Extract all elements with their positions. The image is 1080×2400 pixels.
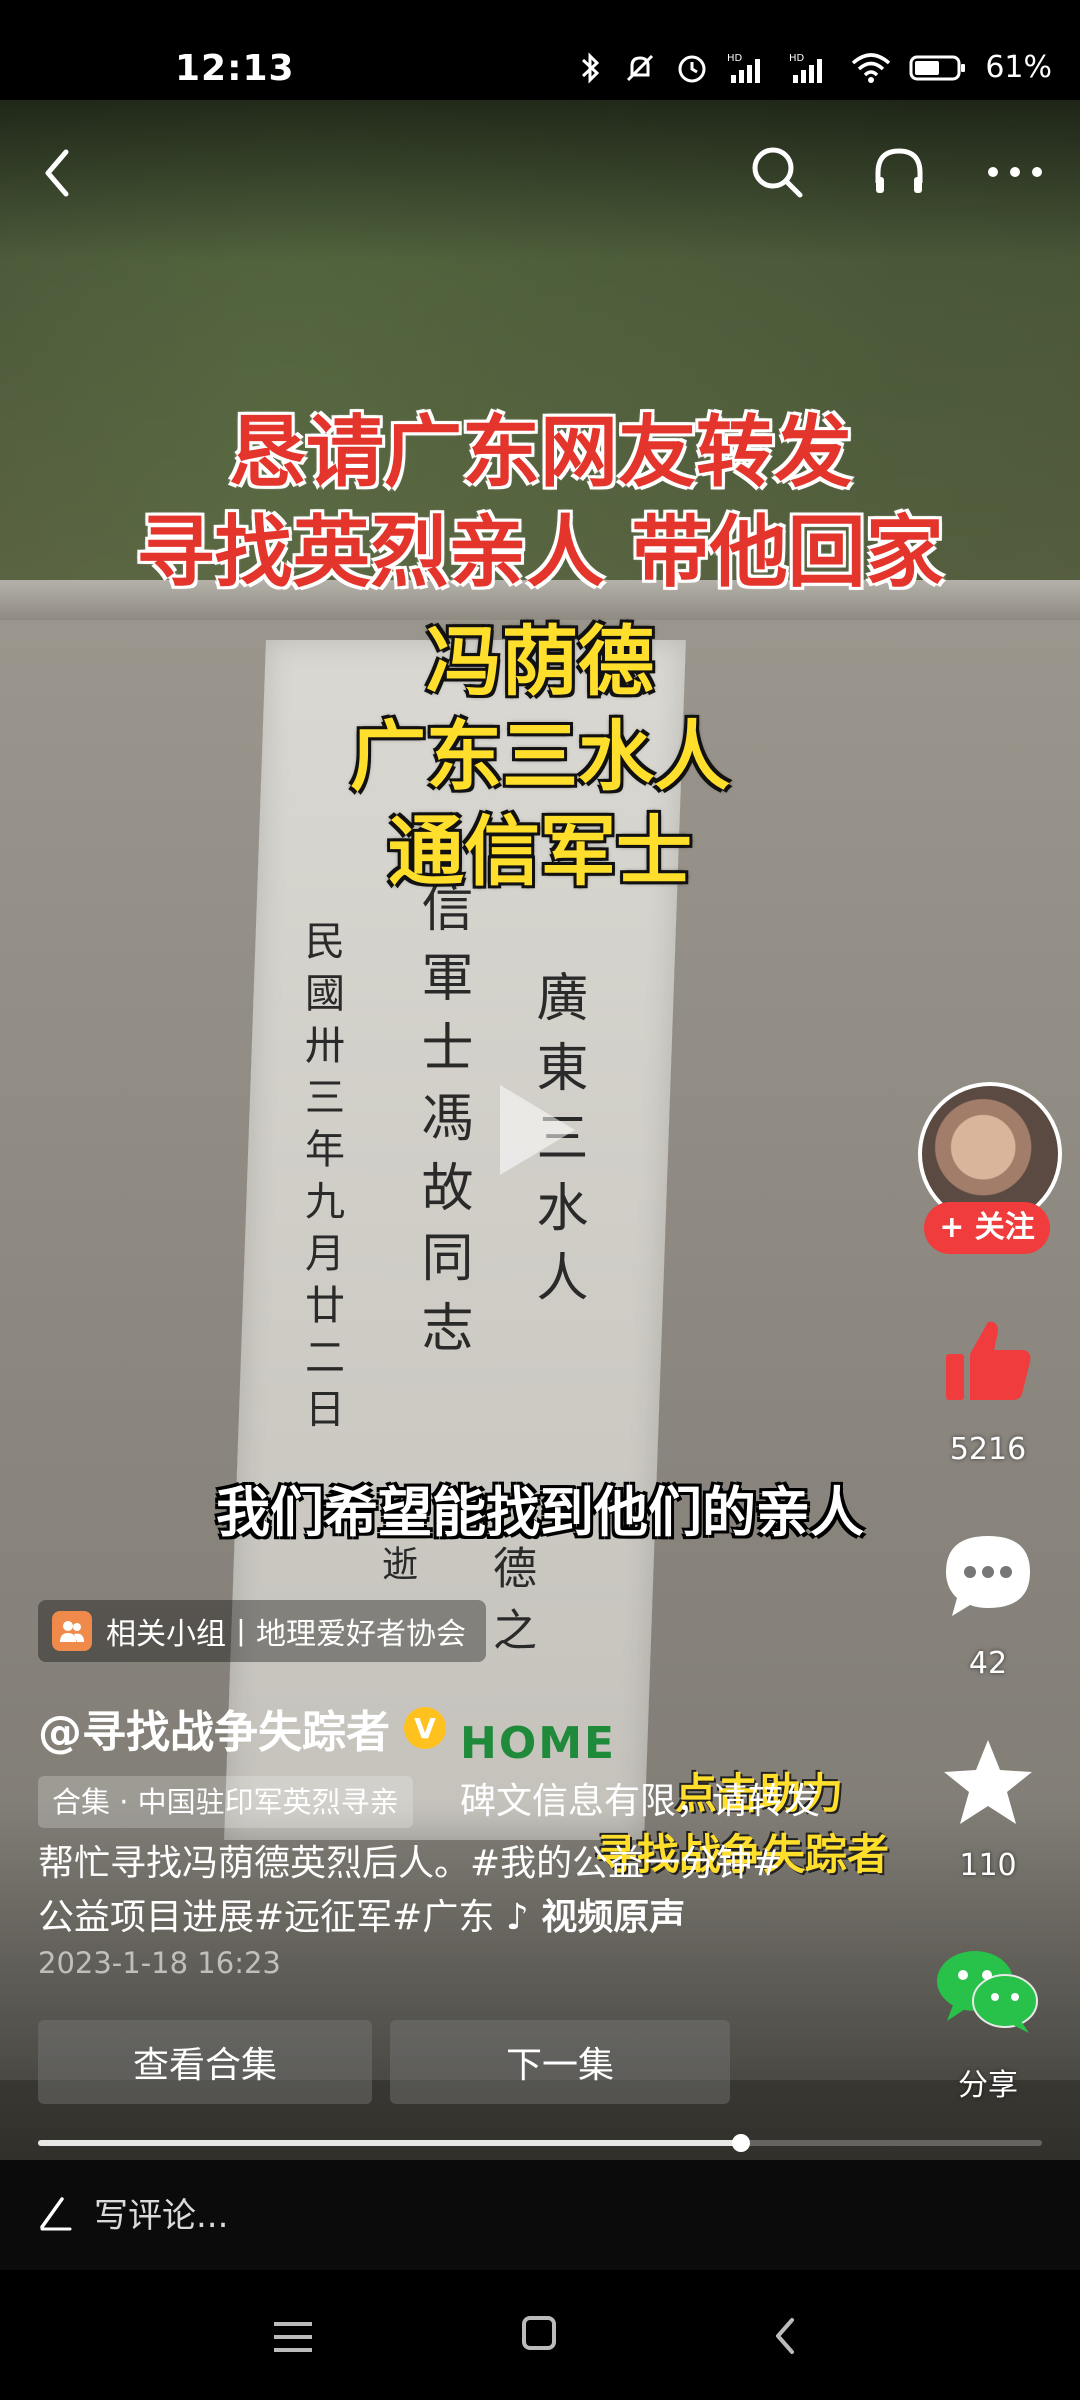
collection-chip[interactable]: 合集 · 中国驻印军英烈寻亲 bbox=[38, 1776, 413, 1828]
comment-placeholder: 写评论... bbox=[94, 2196, 229, 2236]
hero-rank: 通信军士 bbox=[388, 807, 692, 896]
like-button[interactable] bbox=[938, 1312, 1038, 1412]
battery-percent: 61% bbox=[985, 50, 1052, 85]
next-episode-button[interactable]: 下一集 bbox=[390, 2020, 730, 2104]
headset-icon bbox=[875, 148, 923, 193]
back-button[interactable] bbox=[34, 138, 84, 208]
video-progress-handle[interactable] bbox=[732, 2134, 750, 2152]
battery-icon bbox=[909, 53, 967, 83]
comment-bubble-icon bbox=[946, 1536, 1030, 1616]
description-line-2: 帮忙寻找冯荫德英烈后人。#我的公益一分钟# bbox=[38, 1843, 783, 1884]
video-subtitle: 我们希望能找到他们的亲人 bbox=[216, 1481, 864, 1544]
author-name[interactable]: @寻找战争失踪者 bbox=[38, 1696, 390, 1760]
comment-count: 42 bbox=[968, 1646, 1008, 1681]
listen-button[interactable] bbox=[870, 143, 928, 201]
comment-button[interactable] bbox=[938, 1526, 1038, 1626]
home-logo: HOME bbox=[460, 1718, 617, 1769]
recent-apps-button[interactable] bbox=[270, 2318, 316, 2356]
inscription-col-4: 德之 bbox=[485, 1545, 536, 1669]
search-button[interactable] bbox=[748, 143, 806, 201]
hero-name: 冯荫德 bbox=[426, 617, 654, 706]
signal-hd-2-icon: HD bbox=[789, 51, 833, 85]
wifi-icon bbox=[851, 51, 891, 85]
inscription-col-3: 民國卅三年九月廿二日 bbox=[298, 920, 344, 1440]
more-button[interactable] bbox=[985, 160, 1045, 184]
svg-text:HD: HD bbox=[727, 53, 743, 64]
comment-input[interactable]: 写评论... bbox=[38, 2188, 228, 2237]
system-back-button[interactable] bbox=[770, 2314, 800, 2358]
alarm-icon bbox=[675, 51, 709, 85]
inscription-col-5: 逝 bbox=[376, 1545, 417, 1599]
favorite-button[interactable] bbox=[938, 1732, 1038, 1832]
description-line-3-row: 公益项目进展#远征军#广东 ♪ 视频原声 bbox=[38, 1888, 685, 1940]
status-time: 12:13 bbox=[175, 48, 295, 89]
star-icon bbox=[944, 1740, 1032, 1824]
home-button[interactable] bbox=[520, 2314, 558, 2352]
author-name-row[interactable]: @寻找战争失踪者 V bbox=[38, 1696, 446, 1760]
pen-icon bbox=[40, 2196, 72, 2230]
chevron-left-icon bbox=[776, 2318, 794, 2354]
verified-badge-icon: V bbox=[404, 1707, 446, 1749]
favorite-count: 110 bbox=[959, 1848, 1017, 1883]
square-icon bbox=[522, 2316, 556, 2350]
bluetooth-icon bbox=[577, 51, 605, 85]
related-group-label: 相关小组丨地理爱好者协会 bbox=[106, 1617, 466, 1652]
status-icons: HD HD 61% bbox=[577, 50, 1052, 85]
like-count: 5216 bbox=[949, 1432, 1027, 1467]
view-collection-button[interactable]: 查看合集 bbox=[38, 2020, 372, 2104]
mute-icon bbox=[623, 51, 657, 85]
thumbs-up-icon bbox=[946, 1321, 1031, 1400]
group-icon bbox=[52, 1611, 92, 1651]
svg-text:HD: HD bbox=[789, 53, 805, 64]
post-date: 2023-1-18 16:23 bbox=[38, 1946, 281, 1980]
video-title-line-1: 恳请广东网友转发 bbox=[227, 408, 852, 498]
follow-button[interactable]: + 关注 bbox=[924, 1202, 1050, 1254]
signal-hd-1-icon: HD bbox=[727, 51, 771, 85]
video-title-line-2: 寻找英烈亲人 带他回家 bbox=[136, 508, 944, 598]
video-progress-fill bbox=[38, 2140, 741, 2146]
back-icon bbox=[45, 149, 69, 197]
play-icon bbox=[490, 1080, 580, 1180]
search-icon bbox=[752, 147, 803, 198]
menu-lines-icon bbox=[274, 2322, 312, 2352]
more-icon bbox=[988, 167, 1042, 177]
related-group-chip[interactable]: 相关小组丨地理爱好者协会 bbox=[38, 1600, 486, 1662]
inscription-col-2: 信軍士馮故同志 bbox=[412, 880, 472, 1370]
description-line-3: 公益项目进展#远征军#广东 bbox=[38, 1897, 495, 1938]
share-button[interactable] bbox=[930, 1940, 1046, 2040]
music-original-sound[interactable]: ♪ 视频原声 bbox=[506, 1897, 686, 1938]
hero-hometown: 广东三水人 bbox=[350, 712, 730, 801]
wechat-icon bbox=[937, 1951, 1038, 2033]
share-label: 分享 bbox=[958, 2068, 1018, 2103]
description-line-1: 碑文信息有限，请转发 bbox=[460, 1781, 821, 1822]
